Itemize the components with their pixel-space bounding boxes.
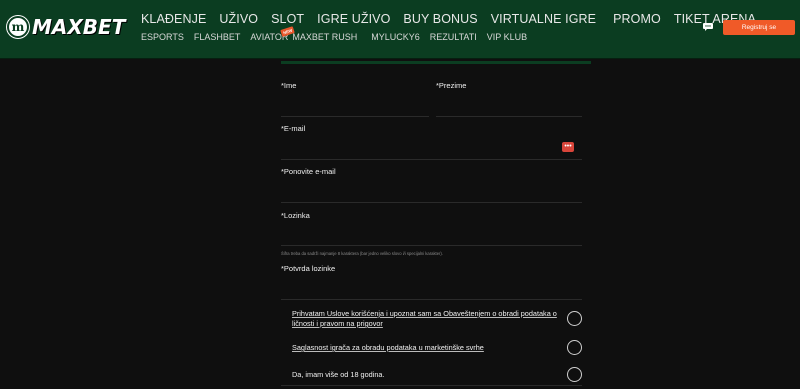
subnav-item-vip-klub[interactable]: VIP KLUB bbox=[487, 32, 527, 42]
consent-age-text[interactable]: Da, imam više od 18 godina. bbox=[292, 370, 582, 380]
consent-row-age: Da, imam više od 18 godina. bbox=[292, 370, 582, 380]
consent-age-checkbox[interactable] bbox=[567, 367, 582, 382]
password-label: *Lozinka bbox=[281, 211, 310, 220]
email-input[interactable] bbox=[281, 159, 582, 160]
nav-item-kladjenje[interactable]: KLAĐENJE bbox=[141, 12, 206, 26]
email-options-button[interactable]: ••• bbox=[562, 142, 574, 152]
email-repeat-input[interactable] bbox=[281, 202, 582, 203]
email-repeat-label: *Ponovite e-mail bbox=[281, 167, 336, 176]
password-hint: Šifra treba da sadrži najmanje 8 karakte… bbox=[281, 251, 443, 256]
last-name-label: *Prezime bbox=[436, 81, 467, 90]
consent-marketing-checkbox[interactable] bbox=[567, 340, 582, 355]
first-name-input[interactable] bbox=[281, 116, 429, 117]
subnav-item-flashbet[interactable]: FLASHBET bbox=[194, 32, 241, 42]
password-input[interactable] bbox=[281, 245, 582, 246]
first-name-label: *Ime bbox=[281, 81, 297, 90]
nav-item-slot[interactable]: SLOT bbox=[271, 12, 304, 26]
sub-nav: ESPORTS FLASHBET AVIATOR MAXBET RUSH MYL… bbox=[141, 32, 537, 42]
consent-row-terms: Prihvatam Uslove korišćenja i upoznat sa… bbox=[292, 309, 582, 335]
password-confirm-label: *Potvrda lozinke bbox=[281, 264, 336, 273]
password-confirm-input[interactable] bbox=[281, 299, 582, 300]
subnav-item-rezultati[interactable]: REZULTATI bbox=[430, 32, 477, 42]
nav-item-uzivo[interactable]: UŽIVO bbox=[219, 12, 258, 26]
subnav-item-maxbet-rush[interactable]: MAXBET RUSH bbox=[292, 32, 357, 42]
top-header: m MAXBET KLAĐENJE UŽIVO SLOT IGRE UŽIVO … bbox=[0, 0, 800, 59]
register-button[interactable]: Registruj se bbox=[723, 20, 795, 35]
form-divider bbox=[281, 385, 582, 386]
nav-item-promo[interactable]: PROMO bbox=[613, 12, 661, 26]
registration-form: *Ime *Prezime *E-mail ••• *Ponovite e-ma… bbox=[281, 59, 593, 389]
maxbet-logo[interactable]: m MAXBET bbox=[7, 13, 125, 41]
consent-row-marketing: Saglasnost igrača za obradu podataka u m… bbox=[292, 343, 582, 353]
nav-item-igre-uzivo[interactable]: IGRE UŽIVO bbox=[317, 12, 390, 26]
main-nav: KLAĐENJE UŽIVO SLOT IGRE UŽIVO BUY BONUS… bbox=[141, 12, 769, 26]
form-top-bar bbox=[281, 61, 591, 64]
nav-item-virtualne-igre[interactable]: VIRTUALNE IGRE bbox=[491, 12, 596, 26]
nav-item-buy-bonus[interactable]: BUY BONUS bbox=[403, 12, 477, 26]
logo-text: MAXBET bbox=[32, 15, 126, 39]
last-name-input[interactable] bbox=[436, 116, 582, 117]
consent-terms-checkbox[interactable] bbox=[567, 311, 582, 326]
logo-badge-icon: m bbox=[7, 16, 29, 38]
subnav-item-esports[interactable]: ESPORTS bbox=[141, 32, 184, 42]
subnav-item-mylucky6[interactable]: MYLUCKY6 bbox=[371, 32, 420, 42]
consent-terms-text[interactable]: Prihvatam Uslove korišćenja i upoznat sa… bbox=[292, 309, 562, 329]
chat-icon[interactable] bbox=[703, 22, 713, 31]
email-label: *E-mail bbox=[281, 124, 306, 133]
consent-marketing-text[interactable]: Saglasnost igrača za obradu podataka u m… bbox=[292, 343, 582, 353]
